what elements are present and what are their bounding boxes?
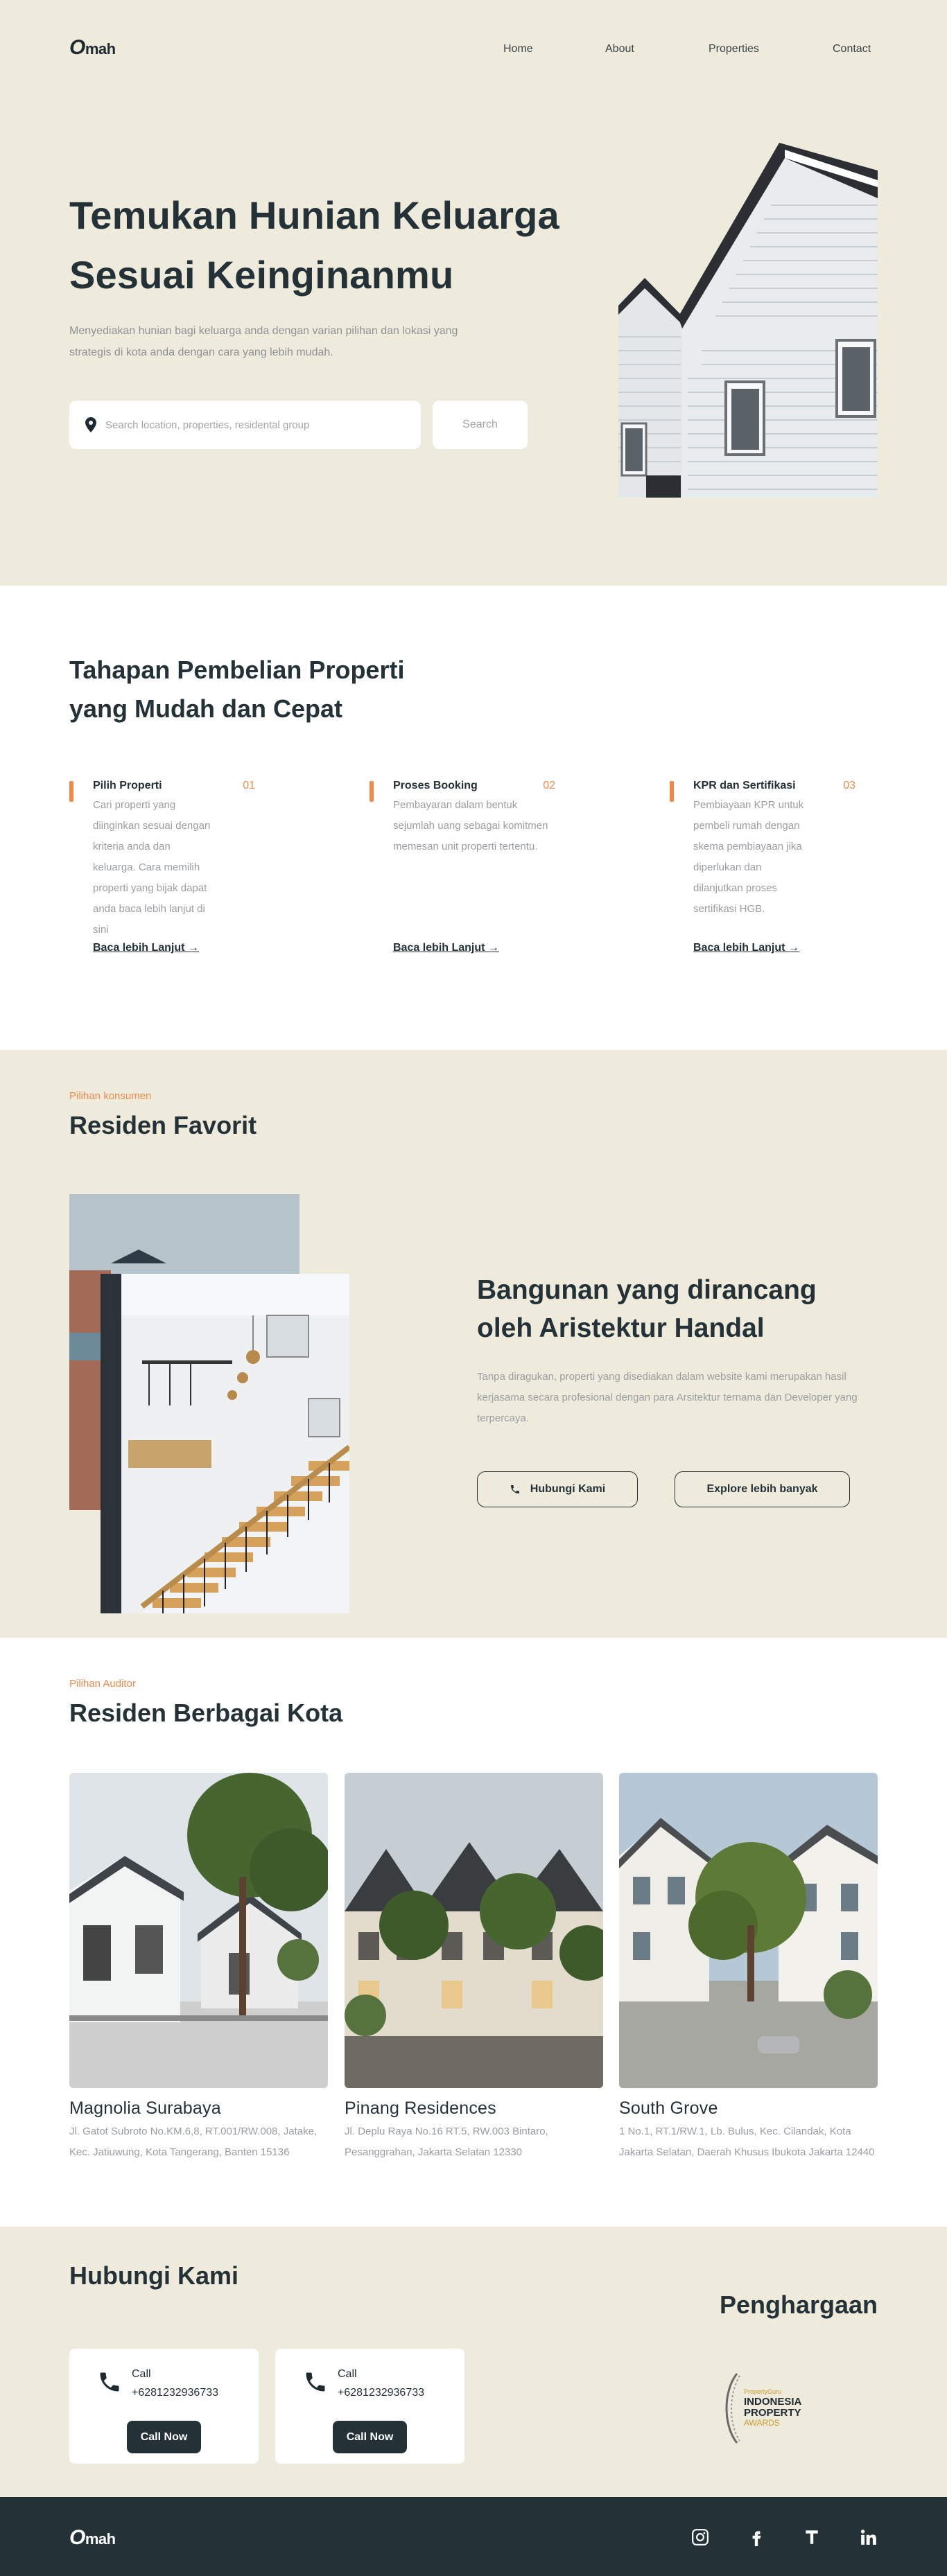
property-address: Jl. Deplu Raya No.16 RT.5, RW.003 Bintar… (345, 2126, 548, 2158)
favorit-eyebrow: Pilihan konsumen (69, 1090, 152, 1102)
favorit-heading-line2: oleh Aristektur Handal (477, 1313, 765, 1343)
award-line2: INDONESIA (744, 2396, 802, 2408)
steps-title: Tahapan Pembelian Properti yang Mudah da… (69, 651, 485, 728)
phone-icon (510, 1485, 519, 1493)
property-name: Magnolia Surabaya (69, 2099, 221, 2118)
logo-o: O (69, 36, 85, 59)
step-title: Pilih Properti (93, 780, 162, 791)
contact-us-button[interactable]: Hubungi Kami (477, 1471, 638, 1507)
call-label: Call (132, 2368, 151, 2380)
logo-text: mah (85, 40, 116, 58)
logo-o: O (69, 2526, 85, 2549)
phone-icon (306, 2372, 325, 2392)
favorit-heading: Bangunan yang dirancang oleh Aristektur … (477, 1271, 865, 1347)
phone-number: +6281232936733 (132, 2387, 219, 2399)
property-image (69, 1773, 333, 2088)
hero-house-image (618, 143, 878, 498)
step-accent-bar (670, 781, 674, 802)
call-now-button[interactable]: Call Now (127, 2421, 201, 2453)
contact-us-label: Hubungi Kami (530, 1483, 606, 1495)
footer: Omah (0, 2497, 947, 2576)
favorit-section: Pilihan konsumen Residen Favorit Banguna… (0, 1050, 947, 1638)
property-name: South Grove (619, 2099, 718, 2118)
award-title: Penghargaan (719, 2290, 878, 2319)
read-more-link[interactable]: Baca lebih Lanjut → (93, 942, 199, 954)
city-card-1[interactable]: Magnolia Surabaya Jl. Gatot Subroto No.K… (69, 1773, 333, 2163)
contact-section: Hubungi Kami Penghargaan Call +628123293… (0, 2227, 947, 2497)
step-description: Cari properti yang diinginkan sesuai den… (93, 799, 211, 936)
location-pin-icon (85, 417, 96, 432)
explore-more-button[interactable]: Explore lebih banyak (675, 1471, 850, 1507)
nav-contact[interactable]: Contact (833, 43, 871, 55)
tumblr-icon[interactable] (803, 2528, 821, 2546)
phone-icon (100, 2372, 119, 2392)
step-title: Proses Booking (393, 780, 478, 791)
call-card-1: Call +6281232936733 Call Now (69, 2349, 259, 2464)
contact-title: Hubungi Kami (69, 2261, 238, 2290)
step-accent-bar (69, 781, 73, 802)
hero-subtitle: Menyediakan hunian bagi keluarga anda de… (69, 325, 458, 358)
cities-section: Pilihan Auditor Residen Berbagai Kota Ma… (0, 1638, 947, 2227)
hero-title: Temukan Hunian Keluarga Sesuai Keinginan… (69, 186, 638, 305)
page: Omah Home About Properties Contact Temuk… (0, 0, 947, 2576)
search-box (69, 401, 421, 449)
phone-number: +6281232936733 (338, 2387, 425, 2399)
property-name: Pinang Residences (345, 2099, 496, 2118)
call-now-button[interactable]: Call Now (333, 2421, 407, 2453)
linkedin-icon[interactable] (860, 2528, 878, 2546)
step-description: Pembayaran dalam bentuk sejumlah uang se… (393, 799, 548, 852)
award-line4: AWARDS (744, 2418, 780, 2428)
city-card-2[interactable]: Pinang Residences Jl. Deplu Raya No.16 R… (345, 1773, 615, 2163)
cities-eyebrow: Pilihan Auditor (69, 1678, 136, 1690)
nav-about[interactable]: About (605, 43, 634, 55)
hero-title-line1: Temukan Hunian Keluarga (69, 193, 559, 237)
award-line3: PROPERTY (744, 2407, 801, 2419)
read-more-link[interactable]: Baca lebih Lanjut → (393, 942, 499, 954)
favorit-title: Residen Favorit (69, 1111, 257, 1139)
call-label: Call (338, 2368, 357, 2380)
instagram-icon[interactable] (691, 2528, 709, 2546)
footer-logo[interactable]: Omah (69, 2526, 116, 2550)
step-accent-bar (370, 781, 374, 802)
award-line1: PropertyGuru (744, 2388, 781, 2395)
logo-text: mah (85, 2530, 116, 2548)
cities-title: Residen Berbagai Kota (69, 1699, 343, 1727)
step-number: 01 (243, 780, 255, 791)
steps-title-line2: yang Mudah dan Cepat (69, 694, 343, 723)
nav-home[interactable]: Home (503, 43, 533, 55)
logo[interactable]: Omah (69, 36, 116, 60)
property-image (619, 1773, 878, 2088)
read-more-link[interactable]: Baca lebih Lanjut → (693, 942, 799, 954)
staircase-interior-image (101, 1274, 349, 1613)
search-input[interactable] (105, 419, 397, 431)
favorit-heading-line1: Bangunan yang dirancang (477, 1275, 817, 1305)
facebook-icon[interactable] (747, 2528, 765, 2546)
steps-section: Tahapan Pembelian Properti yang Mudah da… (0, 586, 947, 1050)
hero-title-line2: Sesuai Keinginanmu (69, 253, 454, 297)
property-award-logo: PropertyGuru INDONESIA PROPERTY AWARDS (725, 2373, 802, 2444)
step-number: 03 (843, 780, 855, 791)
nav-properties[interactable]: Properties (709, 43, 759, 55)
favorit-text: Tanpa diragukan, properti yang disediaka… (477, 1371, 858, 1424)
property-address: 1 No.1, RT.1/RW.1, Lb. Bulus, Kec. Cilan… (619, 2126, 875, 2158)
step-title: KPR dan Sertifikasi (693, 780, 796, 791)
step-number: 02 (543, 780, 555, 791)
property-address: Jl. Gatot Subroto No.KM.6,8, RT.001/RW.0… (69, 2126, 318, 2158)
call-card-2: Call +6281232936733 Call Now (275, 2349, 464, 2464)
property-image (345, 1773, 615, 2088)
steps-title-line1: Tahapan Pembelian Properti (69, 656, 405, 684)
hero-section: Omah Home About Properties Contact Temuk… (0, 0, 947, 586)
search-button[interactable]: Search (433, 401, 528, 449)
city-card-3[interactable]: South Grove 1 No.1, RT.1/RW.1, Lb. Bulus… (619, 1773, 878, 2163)
step-description: Pembiayaan KPR untuk pembeli rumah denga… (693, 799, 804, 915)
